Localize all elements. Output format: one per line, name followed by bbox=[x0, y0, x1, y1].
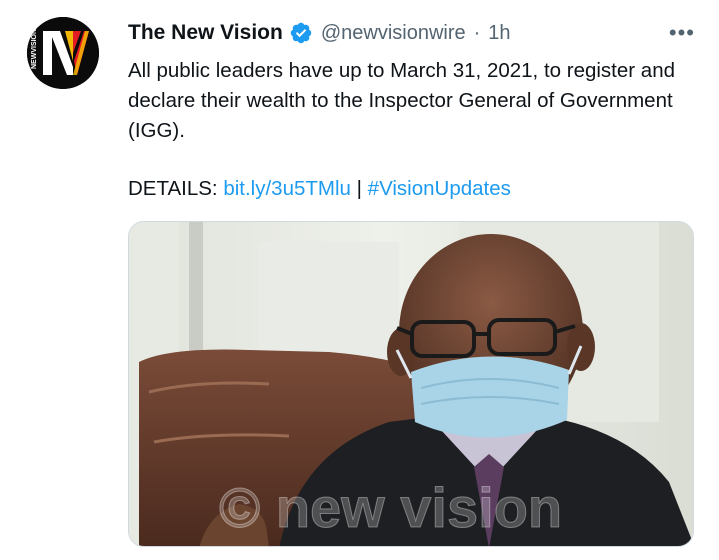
separator-dot: · bbox=[473, 21, 481, 44]
tweet-details-line: DETAILS: bit.ly/3u5TMlu | #VisionUpdates bbox=[128, 174, 511, 204]
tweet-media-photo[interactable]: © new vision bbox=[128, 221, 694, 547]
svg-text:NEWVISION: NEWVISION bbox=[31, 29, 38, 69]
pipe-separator: | bbox=[356, 177, 362, 200]
tweet-text: All public leaders have up to March 31, … bbox=[128, 59, 675, 142]
photo-man-in-mask: © new vision bbox=[129, 222, 693, 546]
verified-badge-icon bbox=[290, 22, 312, 44]
more-options-icon[interactable]: ••• bbox=[669, 20, 695, 46]
photo-watermark: © new vision bbox=[219, 476, 562, 539]
timestamp[interactable]: 1h bbox=[488, 22, 510, 45]
new-vision-logo: NEWVISION bbox=[27, 17, 99, 89]
tweet-header: The New Vision @newvisionwire · 1h ••• bbox=[128, 18, 699, 48]
user-handle[interactable]: @newvisionwire bbox=[321, 22, 466, 45]
display-name[interactable]: The New Vision bbox=[128, 21, 283, 45]
avatar[interactable]: NEWVISION bbox=[27, 17, 99, 89]
details-label: DETAILS: bbox=[128, 177, 218, 200]
short-link[interactable]: bit.ly/3u5TMlu bbox=[223, 177, 351, 200]
hashtag-link[interactable]: #VisionUpdates bbox=[368, 177, 511, 200]
